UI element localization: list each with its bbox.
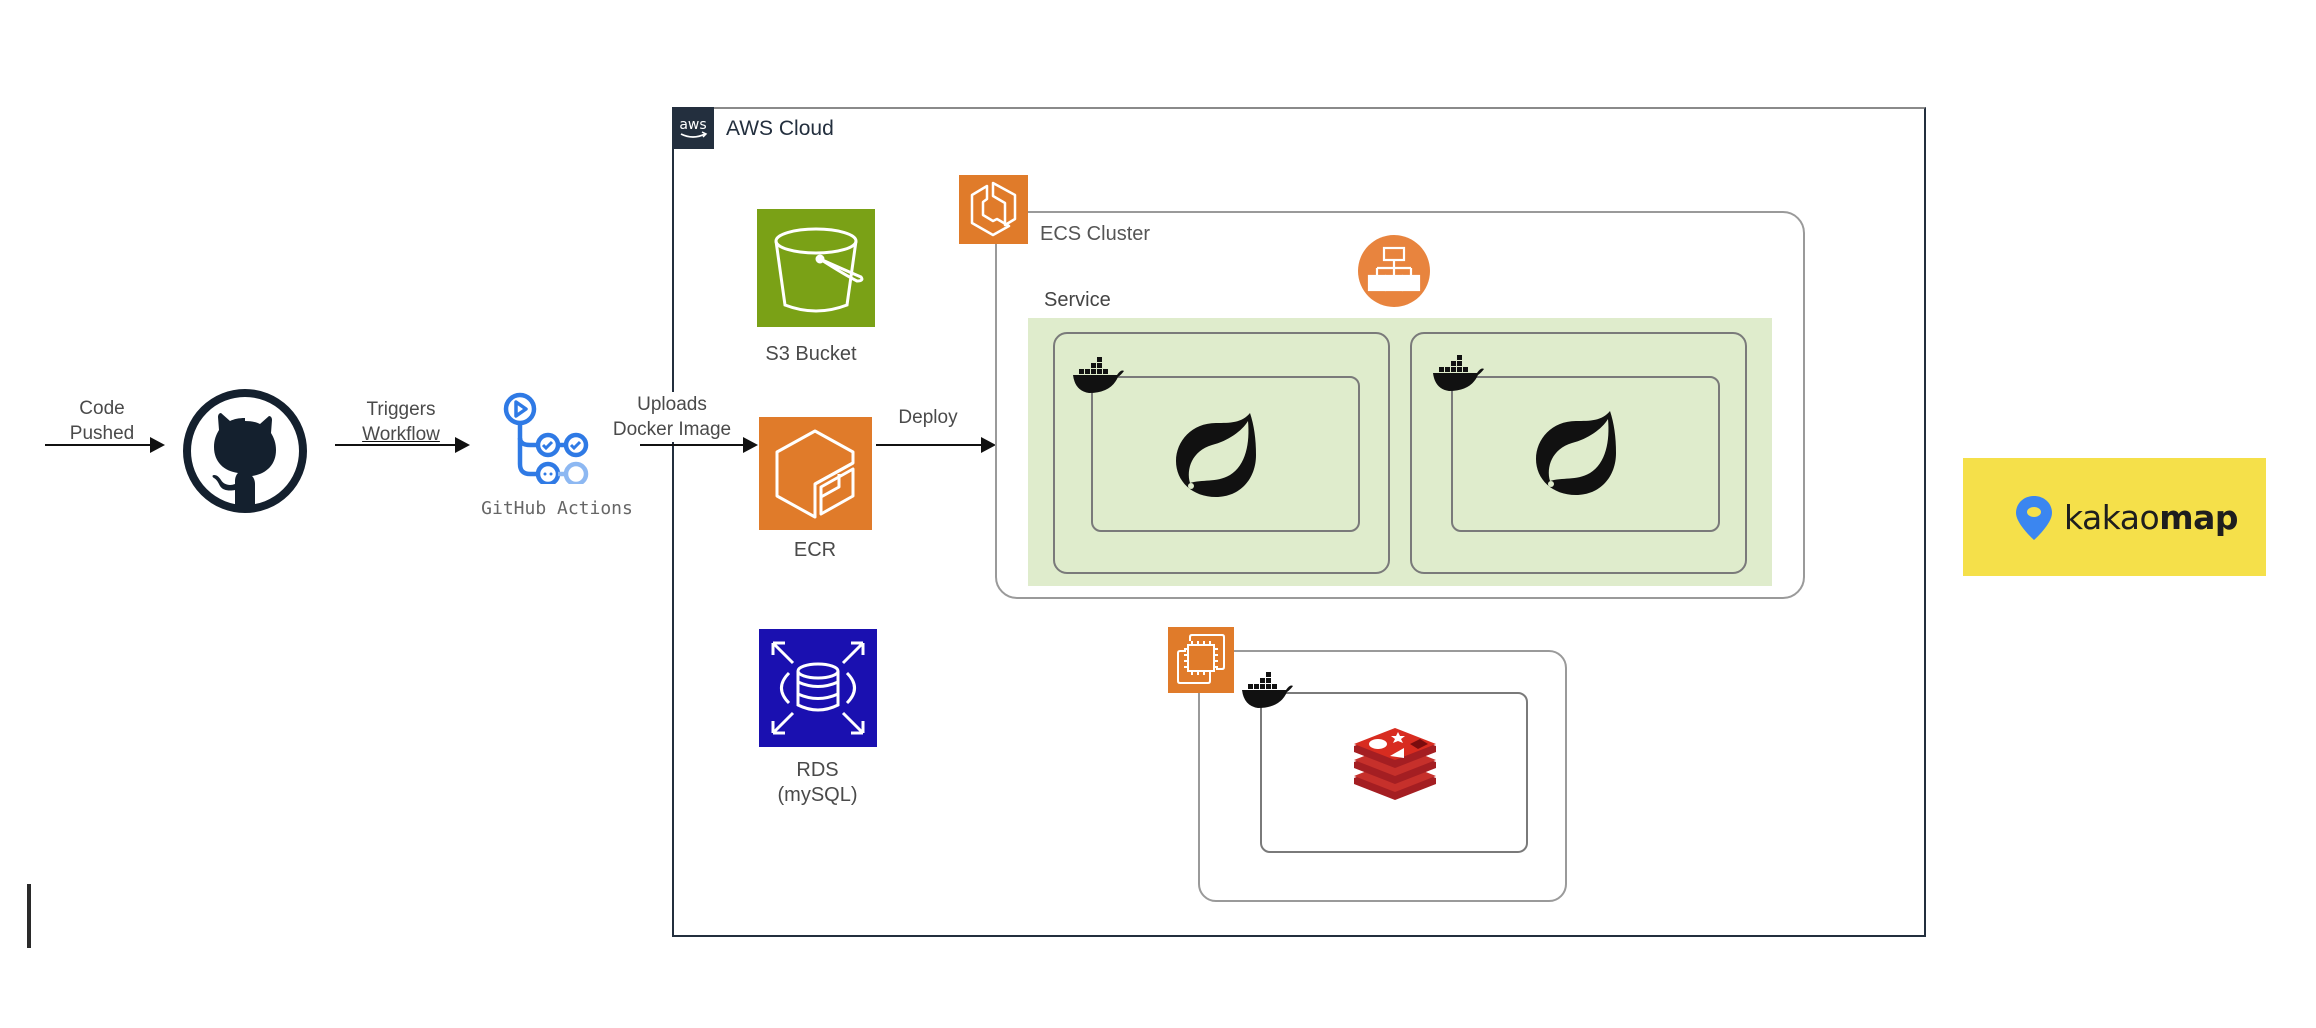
load-balancer-icon: [1357, 234, 1431, 308]
aws-badge-text: aws: [679, 117, 706, 133]
rds-icon: [759, 629, 877, 747]
kakaomap-text-bold: map: [2159, 498, 2238, 537]
edge-label-line: Triggers: [366, 399, 436, 420]
s3-bucket-icon: [757, 209, 875, 327]
ecs-cluster-label: ECS Cluster: [1040, 223, 1151, 245]
edge-label-line: Docker Image: [612, 419, 732, 440]
kakaomap-wordmark: kakaomap: [2064, 498, 2238, 537]
edge-label-code-pushed: Code Pushed: [62, 396, 142, 446]
docker-icon: [1240, 670, 1294, 710]
kakaomap-logo: kakaomap: [1963, 458, 2266, 576]
edge-label-line: Code: [79, 398, 125, 419]
text-cursor: [27, 884, 31, 948]
rds-label: RDS (mySQL): [740, 758, 895, 808]
arrow-triggers-workflow: [335, 437, 470, 453]
edge-label-line: Deploy: [898, 407, 958, 428]
edge-label-line: Uploads: [637, 394, 707, 415]
github-octocat-icon: [182, 388, 308, 514]
arrow-deploy: [876, 437, 996, 453]
edge-label-triggers-workflow: Triggers Workflow: [355, 397, 447, 447]
ecs-icon: [959, 175, 1028, 244]
ec2-instance-icon: [1168, 627, 1234, 693]
aws-logo-icon: aws: [672, 107, 714, 149]
map-pin-icon: [2016, 496, 2052, 540]
rds-label-line: (mySQL): [777, 784, 858, 806]
spring-boot-icon: [1532, 405, 1620, 497]
service-label: Service: [1044, 289, 1111, 311]
aws-cloud-label: AWS Cloud: [726, 117, 834, 140]
edge-label-uploads-docker-image: Uploads Docker Image: [604, 392, 740, 442]
s3-bucket-label: S3 Bucket: [765, 343, 857, 365]
ecr-icon: [759, 417, 872, 530]
edge-label-line: Pushed: [69, 423, 135, 444]
docker-icon: [1431, 353, 1485, 393]
ecr-label: ECR: [793, 539, 837, 561]
rds-label-line: RDS: [796, 759, 839, 781]
arrow-uploads-docker-image: [640, 437, 758, 453]
docker-icon: [1071, 355, 1125, 395]
github-actions-icon: [500, 392, 592, 487]
kakaomap-text-regular: kakao: [2064, 498, 2160, 537]
arrow-code-pushed: [45, 437, 165, 453]
edge-label-deploy: Deploy: [888, 405, 968, 430]
spring-boot-icon: [1172, 407, 1260, 499]
github-actions-label: GitHub Actions: [481, 498, 633, 519]
redis-icon: [1352, 726, 1438, 800]
